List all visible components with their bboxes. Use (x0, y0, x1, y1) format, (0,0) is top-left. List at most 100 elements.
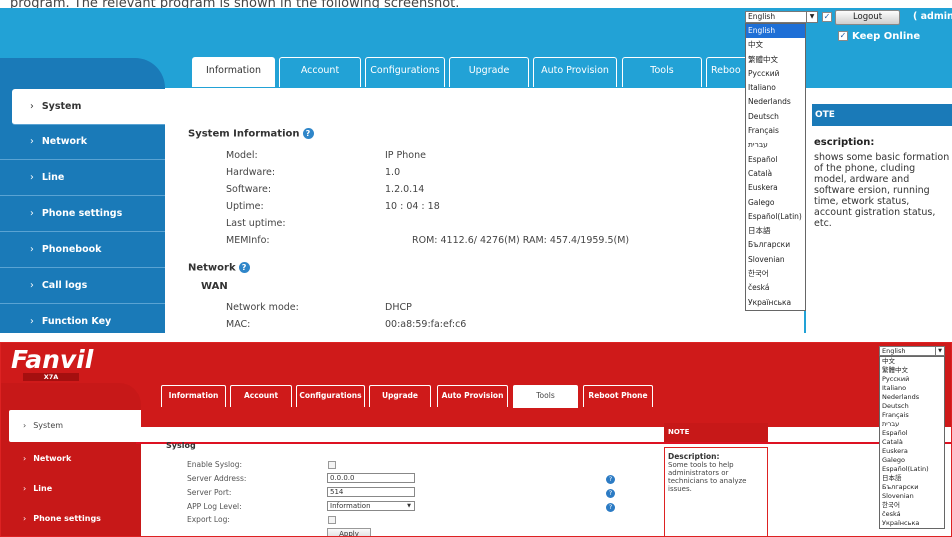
tab-account[interactable]: Account (230, 385, 292, 407)
language-option[interactable]: Español (746, 153, 805, 167)
language-select-value: English (882, 347, 906, 355)
sidebar-item-phonebook[interactable]: › Phonebook (0, 232, 165, 268)
apply-button[interactable]: Apply (327, 528, 371, 536)
sidebar-item-phone-settings[interactable]: › Phone settings (1, 503, 141, 535)
sidebar-item-function-key[interactable]: › Function Key (0, 304, 165, 333)
language-option[interactable]: 中文 (746, 38, 805, 52)
tab-tools[interactable]: Tools (622, 57, 702, 87)
language-option[interactable]: Català (880, 438, 944, 447)
info-value-mac: 00:a8:59:fa:ef:c6 (385, 319, 467, 330)
enable-syslog-checkbox[interactable] (328, 461, 336, 469)
language-option[interactable]: 日本語 (880, 474, 944, 483)
language-option[interactable]: česká (880, 510, 944, 519)
syslog-heading: Syslog (166, 441, 196, 450)
section-title: System Information (188, 128, 300, 140)
language-option[interactable]: Slovenian (880, 492, 944, 501)
sidebar-item-system[interactable]: › System (12, 89, 165, 125)
language-option[interactable]: Español(Latin) (880, 465, 944, 474)
language-option[interactable]: česká (746, 281, 805, 295)
sidebar-item-network[interactable]: › Network (1, 443, 141, 475)
export-log-checkbox[interactable] (328, 516, 336, 524)
keep-online-checkbox[interactable]: ✓ (838, 31, 848, 41)
language-option[interactable]: 繁體中文 (880, 366, 944, 375)
sidebar-item-network[interactable]: › Network (0, 124, 165, 160)
language-option[interactable]: Български (746, 238, 805, 252)
section-title: Network (188, 262, 236, 274)
language-option[interactable]: 繁體中文 (746, 53, 805, 67)
tab-bar (1, 405, 951, 427)
tab-information[interactable]: Information (192, 57, 275, 87)
language-option[interactable]: Español (880, 429, 944, 438)
chevron-down-icon[interactable]: ▼ (935, 347, 944, 355)
tab-account[interactable]: Account (279, 57, 361, 87)
language-option[interactable]: Italiano (746, 81, 805, 95)
app-log-level-label: APP Log Level: (187, 502, 242, 511)
sidebar-item-label: Phone settings (41, 208, 123, 219)
language-option[interactable]: Nederlands (880, 393, 944, 402)
sidebar-item-line[interactable]: › Line (1, 473, 141, 505)
help-icon[interactable]: ? (606, 503, 615, 512)
chevron-down-icon[interactable]: ▼ (806, 12, 817, 22)
app-log-level-value: Information (330, 502, 371, 510)
language-option[interactable]: Slovenian (746, 253, 805, 267)
help-icon[interactable]: ? (302, 128, 314, 139)
language-option[interactable]: Български (880, 483, 944, 492)
language-option[interactable]: Українська (746, 296, 805, 310)
language-option[interactable]: Deutsch (746, 110, 805, 124)
language-dropdown-list[interactable]: English中文繁體中文РусскийItalianoNederlandsDe… (879, 356, 945, 529)
tab-auto-provision[interactable]: Auto Provision (533, 57, 617, 87)
language-select[interactable]: English ▼ (879, 346, 945, 356)
language-option[interactable]: English (746, 24, 805, 39)
note-description-title: Description: (668, 452, 720, 461)
help-icon[interactable]: ? (606, 475, 615, 484)
language-dropdown-list[interactable]: English中文繁體中文РусскийItalianoNederlandsDe… (745, 23, 806, 311)
sidebar-item-system[interactable]: › System (9, 410, 141, 442)
help-icon[interactable]: ? (238, 262, 250, 273)
language-option[interactable]: עברית (746, 138, 805, 152)
info-value-network-mode: DHCP (385, 302, 412, 313)
language-select[interactable]: English ▼ (745, 11, 818, 23)
language-option[interactable]: 中文 (880, 357, 944, 366)
logout-button[interactable]: Logout (835, 10, 900, 25)
sidebar-item-phone-settings[interactable]: › Phone settings (0, 196, 165, 232)
language-option[interactable]: Galego (880, 456, 944, 465)
language-option[interactable]: Français (880, 411, 944, 420)
admin-user-label: ( admin (913, 11, 952, 22)
sidebar-item-label: Phonebook (41, 244, 102, 255)
tab-tools[interactable]: Tools (513, 385, 578, 408)
fanvil-logo: Fanvil (11, 345, 94, 374)
language-option[interactable]: Euskera (746, 181, 805, 195)
bottom-screenshot-panel: Fanvil X7A Information Account Configura… (0, 342, 952, 537)
language-option[interactable]: Nederlands (746, 95, 805, 109)
language-option[interactable]: Français (746, 124, 805, 138)
tab-configurations[interactable]: Configurations (365, 57, 445, 87)
language-option[interactable]: עברית (880, 420, 944, 429)
sidebar-item-label: System (41, 101, 82, 112)
sidebar-item-label: Network (41, 136, 88, 147)
language-option[interactable]: Euskera (880, 447, 944, 456)
language-option[interactable]: Русский (746, 67, 805, 81)
language-option[interactable]: Українська (880, 519, 944, 528)
tab-configurations[interactable]: Configurations (296, 385, 365, 407)
language-option[interactable]: Galego (746, 196, 805, 210)
language-option[interactable]: 한국어 (746, 267, 805, 281)
sidebar-item-line[interactable]: › Line (0, 160, 165, 196)
tab-upgrade[interactable]: Upgrade (369, 385, 431, 407)
header-checkbox[interactable]: ✓ (822, 12, 832, 22)
language-option[interactable]: Català (746, 167, 805, 181)
app-log-level-select[interactable]: Information ▼ (327, 501, 415, 511)
language-option[interactable]: 日本語 (746, 224, 805, 238)
help-icon[interactable]: ? (606, 489, 615, 498)
tab-reboot-phone[interactable]: Reboot Phone (583, 385, 653, 407)
language-option[interactable]: 한국어 (880, 501, 944, 510)
tab-auto-provision[interactable]: Auto Provision (437, 385, 508, 407)
tab-upgrade[interactable]: Upgrade (449, 57, 529, 87)
server-port-input[interactable]: 514 (327, 487, 415, 497)
server-address-input[interactable]: 0.0.0.0 (327, 473, 415, 483)
language-option[interactable]: Italiano (880, 384, 944, 393)
language-option[interactable]: Русский (880, 375, 944, 384)
language-option[interactable]: Español(Latin) (746, 210, 805, 224)
sidebar-item-call-logs[interactable]: › Call logs (0, 268, 165, 304)
tab-information[interactable]: Information (161, 385, 226, 407)
language-option[interactable]: Deutsch (880, 402, 944, 411)
